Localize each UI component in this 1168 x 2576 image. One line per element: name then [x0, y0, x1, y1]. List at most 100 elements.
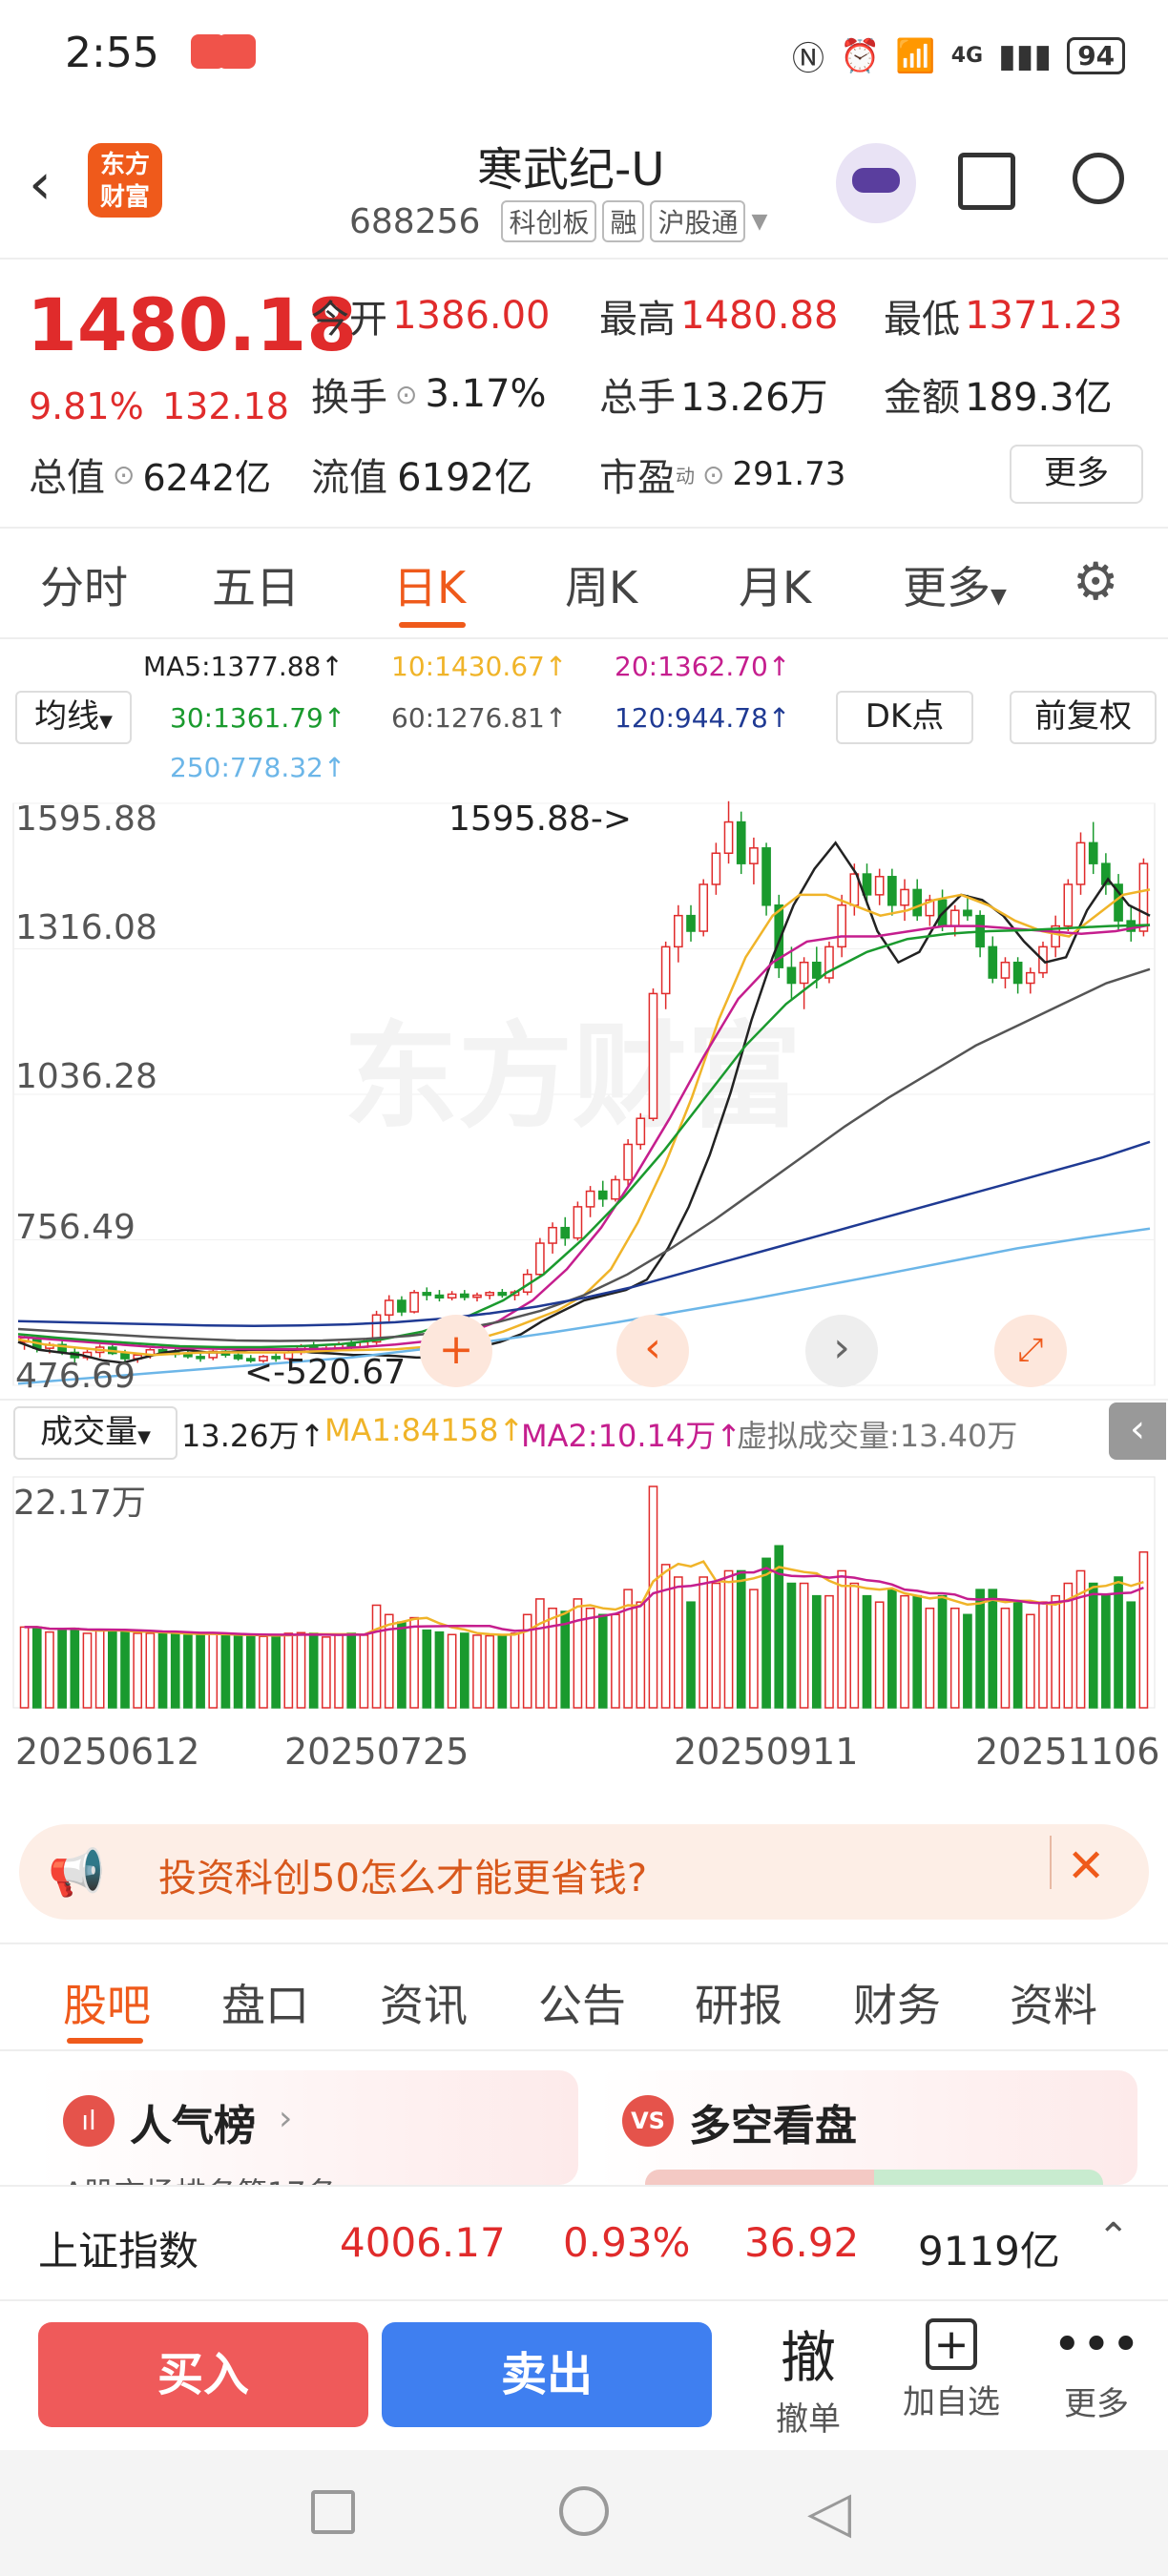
volume-selector[interactable]: 成交量▼: [13, 1406, 177, 1460]
volume-bar: [573, 1598, 583, 1709]
tab-profile[interactable]: 资料: [1010, 1971, 1097, 2034]
volume-bar: [19, 1626, 30, 1709]
volume-value: 13.26万: [680, 376, 828, 420]
info-icon[interactable]: ⊙: [113, 459, 135, 490]
x-tick-label: 20250725: [284, 1731, 469, 1773]
candle-body: [472, 1294, 482, 1298]
tab-monthly-k[interactable]: 月K: [739, 553, 811, 616]
info-icon[interactable]: ⊙: [395, 379, 417, 410]
volume-bar: [57, 1628, 67, 1709]
volume-bar: [975, 1589, 985, 1709]
adjust-button[interactable]: 前复权: [1010, 691, 1157, 744]
volume-bar: [824, 1594, 834, 1709]
volume-bar: [686, 1601, 696, 1709]
back-icon[interactable]: ‹: [29, 151, 52, 218]
tab-announcement[interactable]: 公告: [538, 1971, 626, 2034]
network-label: 4G: [950, 44, 984, 68]
ma-selector[interactable]: 均线▼: [15, 691, 132, 744]
candle-body: [711, 852, 721, 885]
volume-bar: [107, 1629, 117, 1709]
bar-chart-icon: ıl: [63, 2095, 115, 2147]
card-title: 人气榜: [130, 2102, 256, 2150]
stock-code: 688256: [349, 201, 481, 241]
volume-bar: [749, 1589, 759, 1709]
more-quote-button[interactable]: 更多: [1010, 445, 1143, 504]
sell-button[interactable]: 卖出: [382, 2322, 712, 2427]
candle-body: [597, 1190, 608, 1200]
volume-bar: [1138, 1551, 1149, 1709]
caret-down-icon: ▼: [99, 712, 113, 732]
tab-intraday[interactable]: 分时: [40, 553, 128, 616]
close-icon[interactable]: ✕: [1067, 1839, 1105, 1893]
candlestick-chart[interactable]: 东方财富: [0, 792, 1168, 1402]
divider: [0, 527, 1168, 529]
volume-bar: [196, 1633, 205, 1709]
stock-meta: 688256 科创板 融 沪股通 ▼: [349, 200, 767, 242]
tag-connect: 沪股通: [650, 200, 746, 242]
more-actions-button[interactable]: ••• 更多: [1034, 2313, 1158, 2424]
tag-margin: 融: [602, 200, 645, 242]
tab-orderbook[interactable]: 盘口: [221, 1971, 309, 2034]
high-label: 最高: [599, 298, 676, 342]
float-field: 流值 6192亿: [311, 447, 532, 502]
settings-gear-icon[interactable]: ⚙: [1073, 551, 1118, 612]
volume-max-label: 22.17万: [13, 1484, 147, 1523]
divider: [0, 1399, 1168, 1401]
tab-forum[interactable]: 股吧: [63, 1971, 151, 2034]
volume-bar: [636, 1601, 646, 1709]
popularity-card[interactable]: ıl 人气榜 › A股市场排名第17名: [38, 2070, 578, 2185]
robot-assistant-icon[interactable]: [836, 143, 916, 223]
volume-bar: [862, 1594, 872, 1709]
buy-button[interactable]: 买入: [38, 2322, 368, 2427]
amount-field: 金额 189.3亿: [884, 366, 1113, 422]
tab-weekly-k[interactable]: 周K: [565, 553, 637, 616]
volume-bar: [45, 1631, 54, 1709]
share-icon[interactable]: [958, 153, 1015, 210]
dk-point-button[interactable]: DK点: [836, 691, 973, 744]
candle-body: [623, 1143, 633, 1181]
volume-bar: [1000, 1607, 1011, 1709]
tab-finance[interactable]: 财务: [853, 1971, 941, 2034]
tab-news[interactable]: 资讯: [380, 1971, 468, 2034]
candle-body: [497, 1292, 508, 1297]
chevron-down-icon[interactable]: ▼: [751, 210, 767, 234]
expand-icon[interactable]: ⤢: [994, 1315, 1067, 1387]
volume-bar: [359, 1634, 369, 1709]
candle-body: [799, 961, 809, 985]
volume-bar: [900, 1594, 909, 1709]
home-icon[interactable]: [559, 2486, 609, 2536]
high-field: 最高 1480.88: [599, 288, 839, 343]
low-label: 最低: [884, 298, 960, 342]
pe-label: 市盈: [599, 456, 676, 500]
tab-five-day[interactable]: 五日: [212, 553, 300, 616]
tab-daily-k[interactable]: 日K: [393, 553, 466, 616]
volume-bar: [208, 1632, 219, 1709]
next-icon[interactable]: ›: [805, 1315, 878, 1387]
prev-icon[interactable]: ‹: [616, 1315, 689, 1387]
crosshair-icon[interactable]: +: [420, 1315, 492, 1387]
chevron-up-icon[interactable]: ⌃: [1097, 2215, 1130, 2259]
volume-bar: [31, 1626, 42, 1709]
tab-more[interactable]: 更多▼: [903, 553, 1007, 616]
bull-bear-card[interactable]: VS 多空看盘: [597, 2070, 1137, 2185]
ad-banner-text[interactable]: 投资科创50怎么才能更省钱?: [158, 1847, 647, 1902]
back-nav-icon[interactable]: ◁: [807, 2479, 851, 2545]
volume-bar: [874, 1601, 885, 1709]
index-amount: 9119亿: [918, 2228, 1060, 2275]
info-icon[interactable]: ⊙: [702, 459, 724, 490]
tab-research[interactable]: 研报: [695, 1971, 782, 2034]
candle-body: [196, 1356, 205, 1360]
add-watchlist-button[interactable]: + 加自选: [889, 2313, 1013, 2422]
volume-selector-label: 成交量: [40, 1413, 138, 1451]
plus-icon: +: [926, 2318, 977, 2370]
search-icon[interactable]: [1073, 153, 1124, 204]
turnover-field: 换手 ⊙ 3.17%: [311, 366, 547, 422]
recents-icon[interactable]: [311, 2490, 355, 2534]
divider: [1050, 1836, 1052, 1889]
volume-bar: [548, 1607, 557, 1709]
candle-body: [434, 1294, 445, 1299]
volume-bar: [1025, 1613, 1035, 1709]
cancel-order-button[interactable]: 撤 撤单: [746, 2313, 870, 2440]
collapse-panel-icon[interactable]: ‹: [1109, 1402, 1166, 1460]
mktcap-label: 总值: [29, 456, 105, 500]
